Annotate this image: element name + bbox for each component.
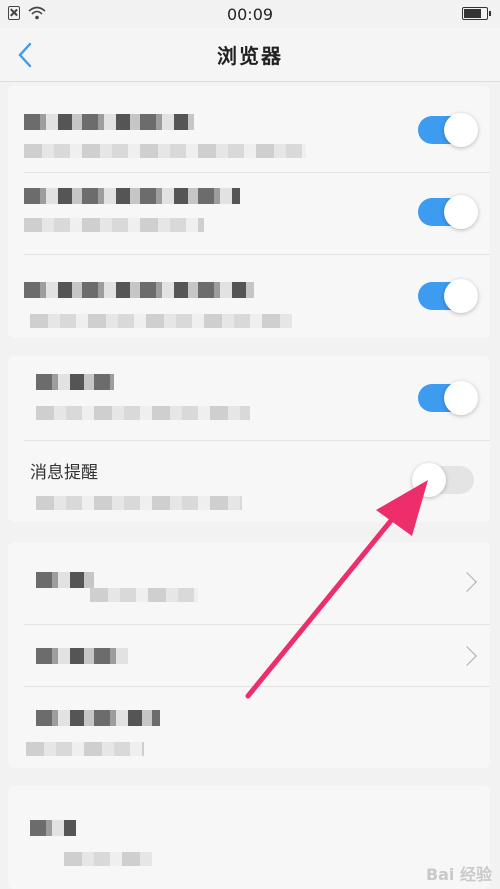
annotation-arrow	[245, 480, 428, 699]
watermark: Bai 经验	[425, 865, 492, 884]
